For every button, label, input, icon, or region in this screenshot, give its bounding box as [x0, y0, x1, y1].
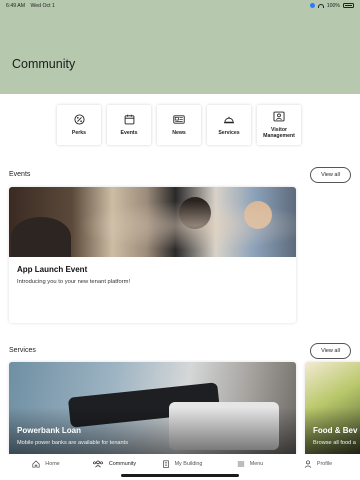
profile-icon: [304, 460, 312, 468]
perks-icon: [73, 114, 85, 126]
quick-links: Perks Events News Services Visitor Manag…: [57, 105, 301, 145]
tab-home[interactable]: Home: [12, 454, 80, 474]
quick-link-news[interactable]: News: [157, 105, 201, 145]
tab-label: My Building: [174, 461, 203, 467]
visitor-badge-icon: [273, 111, 285, 123]
quick-link-services[interactable]: Services: [207, 105, 251, 145]
quick-link-label: News: [172, 129, 186, 136]
quick-link-label: Services: [218, 129, 240, 136]
wifi-icon: [317, 3, 324, 8]
quick-link-label: Events: [120, 129, 138, 136]
tab-my-building[interactable]: My Building: [148, 454, 216, 474]
newspaper-icon: [173, 114, 185, 126]
battery-percentage: 100%: [326, 2, 340, 9]
community-icon: [92, 460, 104, 468]
status-time: 6:49 AM: [6, 2, 26, 9]
tab-label: Profile: [316, 461, 333, 467]
tab-label: Menu: [249, 461, 264, 467]
services-view-all-button[interactable]: View all: [310, 343, 351, 359]
building-icon: [162, 460, 170, 468]
community-header: Community: [0, 0, 360, 94]
event-photo-light: [9, 187, 296, 257]
quick-link-label: Perks: [71, 129, 87, 136]
home-indicator[interactable]: [121, 474, 239, 477]
service-bell-icon: [223, 114, 235, 126]
location-indicator-icon: [309, 3, 315, 8]
tab-community[interactable]: Community: [80, 454, 148, 474]
event-card-description: Introducing you to your new tenant platf…: [17, 279, 131, 285]
tab-profile[interactable]: Profile: [284, 454, 352, 474]
status-date: Wed Oct 1: [30, 2, 55, 9]
page-title: Community: [12, 57, 76, 71]
tab-label: Home: [45, 461, 60, 467]
event-card-title: App Launch Event: [17, 265, 88, 274]
events-section-title: Events: [9, 171, 31, 178]
tab-label: Community: [108, 461, 137, 467]
service-card-description: Browse all food a: [313, 440, 356, 446]
service-card-description: Mobile power banks are available for ten…: [17, 440, 129, 446]
home-icon: [32, 460, 40, 468]
event-card[interactable]: App Launch Event Introducing you to your…: [9, 187, 296, 323]
service-card-powerbank[interactable]: Powerbank Loan Mobile power banks are av…: [9, 362, 296, 457]
event-photo: [9, 187, 296, 257]
quick-link-visitor-management[interactable]: Visitor Management: [257, 105, 301, 145]
battery-icon: [343, 3, 354, 8]
status-bar: 6:49 AM Wed Oct 1 100%: [0, 0, 360, 11]
menu-icon: [237, 460, 245, 468]
quick-link-label: Visitor Management: [263, 126, 295, 139]
quick-link-events[interactable]: Events: [107, 105, 151, 145]
quick-link-perks[interactable]: Perks: [57, 105, 101, 145]
events-view-all-button[interactable]: View all: [310, 167, 351, 183]
tab-menu[interactable]: Menu: [216, 454, 284, 474]
calendar-icon: [123, 114, 135, 126]
service-card-food[interactable]: Food & Bev Browse all food a: [305, 362, 360, 457]
service-card-title: Powerbank Loan: [17, 426, 82, 435]
service-card-title: Food & Bev: [313, 426, 358, 435]
services-section-title: Services: [9, 347, 36, 354]
